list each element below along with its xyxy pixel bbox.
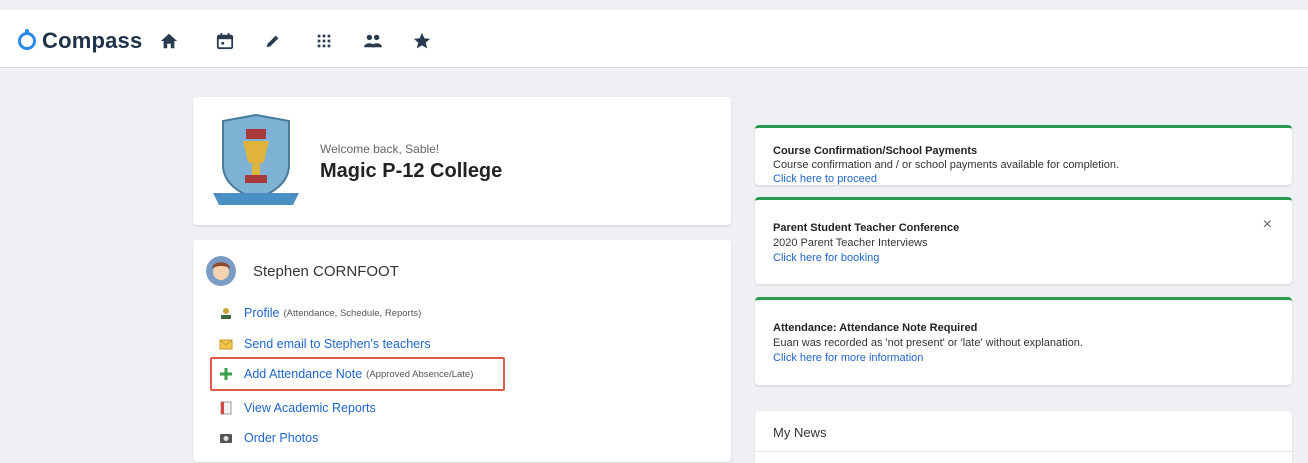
welcome-message: Welcome back, Sable! [320,142,440,156]
notice-body: Course confirmation and / or school paym… [773,159,1120,171]
divider [755,451,1292,452]
top-navigation-bar: Compass [0,10,1308,68]
student-name: Stephen CORNFOOT [253,263,399,280]
report-icon [219,401,233,415]
grid-icon[interactable] [313,30,335,52]
notice-link[interactable]: Click here for booking [773,252,879,264]
notice-parent-teacher-conference: Parent Student Teacher Conference 2020 P… [755,197,1292,284]
people-icon[interactable] [362,30,384,52]
notice-title: Attendance: Attendance Note Required [773,322,978,334]
compass-logo-icon [18,29,36,50]
email-icon [219,337,233,351]
my-news-title: My News [773,425,827,440]
notice-body: Euan was recorded as 'not present' or 'l… [773,337,1083,349]
email-teachers-link-row[interactable]: Send email to Stephen's teachers [219,337,431,351]
star-icon[interactable] [411,30,433,52]
compass-logo[interactable]: Compass [18,28,142,54]
academic-reports-link-row[interactable]: View Academic Reports [219,401,376,415]
school-crest-icon [213,113,299,205]
notice-link[interactable]: Click here for more information [773,352,923,364]
order-photos-link[interactable]: Order Photos [244,431,318,445]
notice-body: 2020 Parent Teacher Interviews [773,237,928,249]
my-news-card: My News [755,411,1292,463]
email-teachers-link[interactable]: Send email to Stephen's teachers [244,337,431,351]
photo-icon [219,431,233,445]
brand-name: Compass [42,28,143,53]
highlight-box [210,357,505,391]
pencil-icon[interactable] [262,30,284,52]
profile-icon [219,306,233,320]
notice-course-confirmation: Course Confirmation/School Payments Cour… [755,125,1292,185]
profile-link-row[interactable]: Profile (Attendance, Schedule, Reports) [219,306,421,320]
academic-reports-link[interactable]: View Academic Reports [244,401,376,415]
close-icon[interactable]: × [1263,216,1272,234]
home-icon[interactable] [158,30,180,52]
notice-title: Course Confirmation/School Payments [773,145,978,157]
student-avatar[interactable] [206,256,236,286]
calendar-icon[interactable] [214,30,236,52]
notice-attendance-note-required: Attendance: Attendance Note Required Eua… [755,297,1292,385]
school-name: Magic P-12 College [320,160,503,182]
notice-title: Parent Student Teacher Conference [773,222,960,234]
order-photos-link-row[interactable]: Order Photos [219,431,318,445]
notice-link[interactable]: Click here to proceed [773,173,877,185]
profile-link[interactable]: Profile [244,306,279,320]
profile-link-note: (Attendance, Schedule, Reports) [283,307,422,319]
